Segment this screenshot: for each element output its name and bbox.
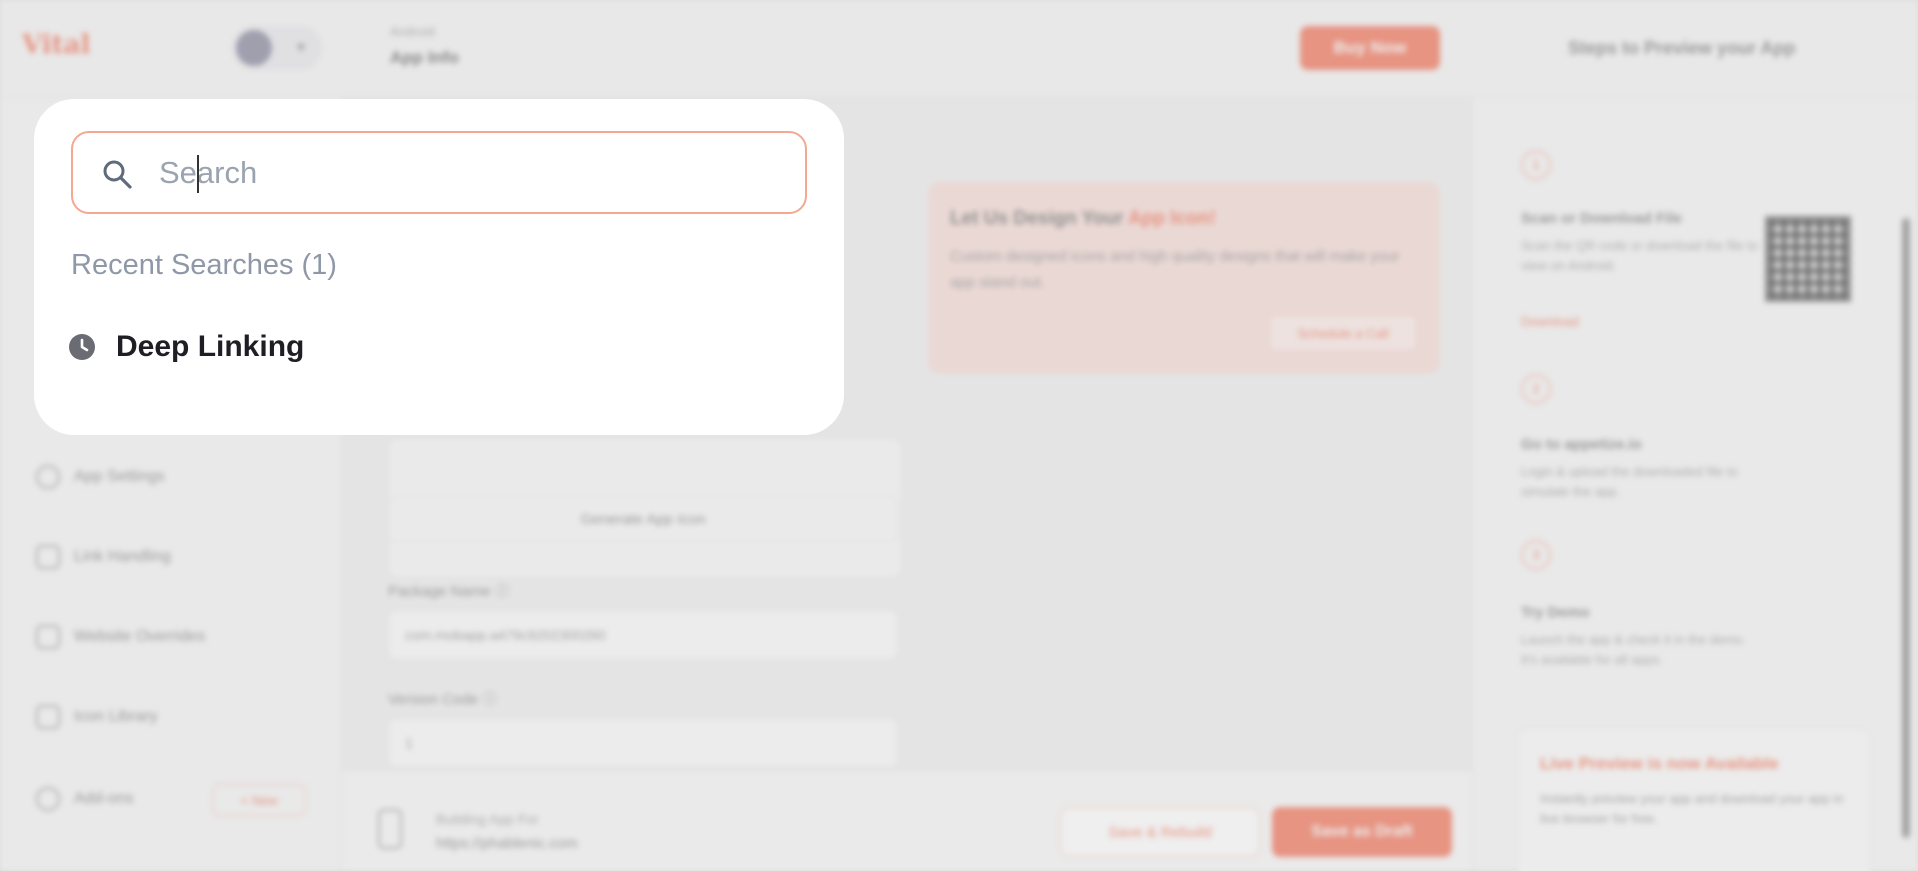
step-number: 3 <box>1521 540 1551 570</box>
step-description: Scan the QR code or download the file to… <box>1521 238 1759 273</box>
preview-steps-panel: 1 Scan or Download File Scan the QR code… <box>1472 98 1918 871</box>
version-code-label: Version Code ⓘ <box>388 691 498 708</box>
new-addon-badge[interactable]: + New <box>212 784 306 816</box>
link-icon <box>36 545 60 569</box>
preview-steps-heading: Steps to Preview your App <box>1568 38 1796 58</box>
app-logo: Vital <box>22 30 91 60</box>
recent-searches-heading: Recent Searches (1) <box>71 249 337 281</box>
download-link[interactable]: Download <box>1521 314 1579 329</box>
building-url: https://phablenic.com <box>436 835 578 852</box>
qr-code <box>1765 216 1851 302</box>
sidebar-item-label: Icon Library <box>74 708 158 725</box>
bottom-action-bar: Building App For https://phablenic.com S… <box>342 770 1472 871</box>
gear-icon <box>36 465 60 489</box>
puzzle-icon <box>36 787 60 811</box>
recent-search-label: Deep Linking <box>116 330 305 363</box>
sidebar-item-link-handling[interactable]: Link Handling <box>36 542 171 572</box>
sidebar-item-label: Add-ons <box>74 790 134 807</box>
phone-icon <box>378 809 402 849</box>
promo-title-prefix: Let Us Design Your <box>950 208 1124 229</box>
version-code-field[interactable]: 1 <box>388 718 898 768</box>
clock-icon <box>69 334 95 360</box>
step-number: 2 <box>1521 374 1551 404</box>
step-title: Try Demo <box>1521 604 1590 621</box>
promo-title-highlight: App Icon! <box>1128 208 1216 229</box>
design-icon-promo: Let Us Design Your App Icon! Custom desi… <box>928 182 1440 374</box>
breadcrumb-platform: Android <box>390 24 435 39</box>
save-draft-button[interactable]: Save as Draft <box>1272 807 1452 857</box>
promo-text: Custom designed icons and high quality d… <box>950 248 1400 291</box>
workspace-switcher[interactable]: ▼ <box>232 26 322 70</box>
sidebar-item-label: Link Handling <box>74 548 171 565</box>
sidebar-item-label: App Settings <box>74 468 165 485</box>
building-label: Building App For <box>436 811 539 827</box>
step-description: Launch the app & check it in the demo. I… <box>1521 632 1746 667</box>
generate-app-icon-button[interactable]: Generate App Icon <box>388 496 898 542</box>
avatar <box>236 30 272 66</box>
buy-now-button[interactable]: Buy Now <box>1300 26 1440 70</box>
package-name-label: Package Name ⓘ <box>388 583 510 600</box>
search-box[interactable] <box>71 131 807 214</box>
sidebar-item-label: Website Overrides <box>74 628 206 645</box>
schedule-call-button[interactable]: Schedule a Call <box>1268 314 1418 352</box>
scrollbar[interactable] <box>1902 218 1910 838</box>
step-title: Scan or Download File <box>1521 210 1682 227</box>
top-bar: Vital ▼ Android App Info Buy Now Steps t… <box>0 0 1918 98</box>
sidebar-item-icon-library[interactable]: Icon Library <box>36 702 158 732</box>
live-preview-title: Live Preview is now Available <box>1540 754 1779 773</box>
monitor-icon <box>36 625 60 649</box>
chevron-down-icon: ▼ <box>294 39 308 55</box>
search-input[interactable] <box>159 147 789 199</box>
promo-title: Let Us Design Your App Icon! <box>950 208 1418 230</box>
sidebar-item-add-ons[interactable]: Add-ons <box>36 784 134 814</box>
text-caret <box>197 155 199 193</box>
sidebar-item-app-settings[interactable]: App Settings <box>36 462 165 492</box>
step-description: Login & upload the downloaded file to si… <box>1521 464 1738 499</box>
recent-search-item[interactable]: Deep Linking <box>68 325 304 369</box>
grid-icon <box>36 705 60 729</box>
live-preview-description: Instantly preview your app and download … <box>1540 791 1844 826</box>
live-preview-card: Live Preview is now Available Instantly … <box>1517 728 1871 871</box>
package-name-field[interactable]: com.mobapp.a479c9202300260 <box>388 610 898 660</box>
save-rebuild-button[interactable]: Save & Rebuild <box>1060 807 1260 857</box>
step-title[interactable]: Go to appetize.io <box>1521 436 1642 453</box>
search-popover: Recent Searches (1) Deep Linking <box>34 99 844 435</box>
step-number: 1 <box>1521 150 1551 180</box>
sidebar-item-website-overrides[interactable]: Website Overrides <box>36 622 205 652</box>
search-icon <box>103 160 132 189</box>
page-title: App Info <box>390 48 459 67</box>
